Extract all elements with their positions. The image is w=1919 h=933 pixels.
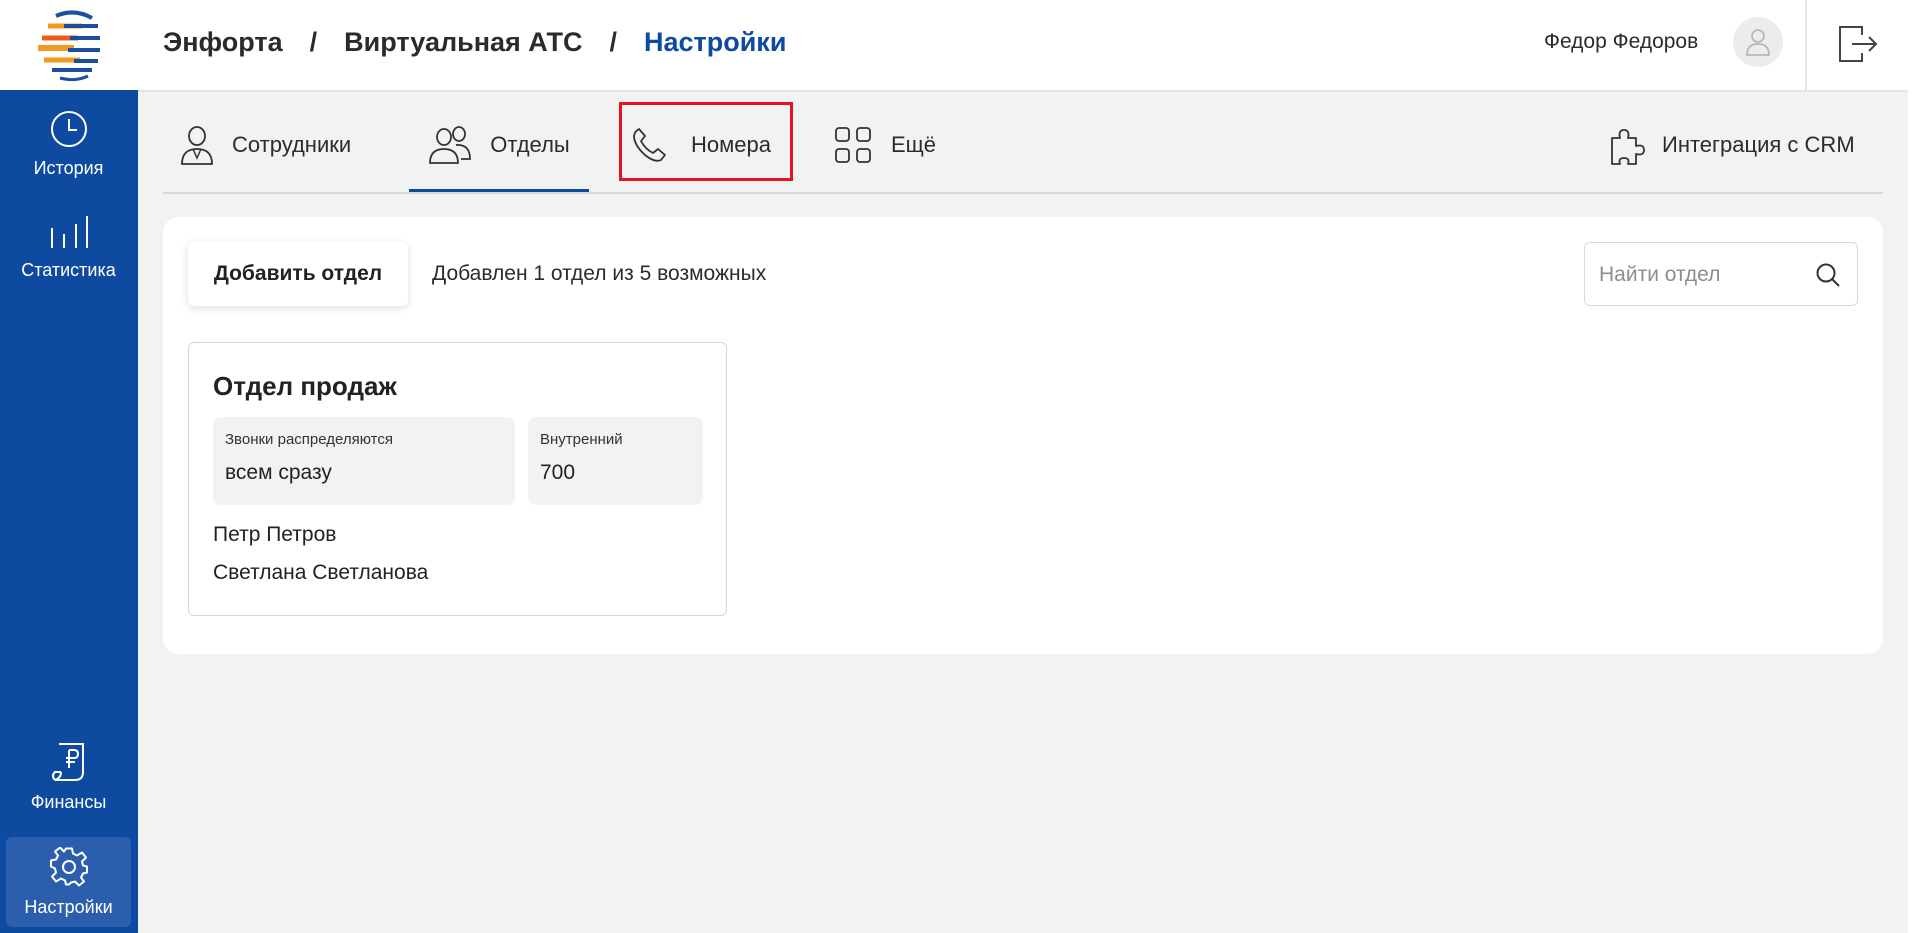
settings-tabs: Сотрудники Отделы Номера Ещё Интеграция … [163, 100, 1883, 194]
tab-label: Сотрудники [232, 132, 352, 157]
departments-panel: Добавить отдел Добавлен 1 отдел из 5 воз… [163, 217, 1883, 654]
tab-departments[interactable]: Отделы [409, 100, 589, 192]
phone-icon [633, 128, 666, 162]
ruble-document-icon [51, 743, 84, 781]
sidebar-item-label: История [33, 158, 104, 178]
department-title: Отдел продаж [213, 371, 397, 401]
sidebar-item-label: Финансы [30, 792, 107, 812]
internal-number-label: Внутренний [540, 431, 623, 448]
user-avatar-icon [1746, 29, 1770, 56]
avatar[interactable] [1733, 17, 1783, 67]
scrollbar-track[interactable] [1908, 0, 1919, 933]
department-search[interactable] [1584, 242, 1858, 307]
department-member: Петр Петров [213, 523, 337, 546]
sidebar-item-label: Настройки [24, 897, 113, 917]
breadcrumb-item-company[interactable]: Энфорта [163, 27, 283, 58]
person-icon [181, 126, 213, 165]
people-icon [429, 126, 472, 164]
sidebar: История Статистика Финансы Настройки [0, 0, 138, 933]
department-count-text: Добавлен 1 отдел из 5 возможных [432, 262, 767, 285]
search-icon[interactable] [1815, 262, 1841, 288]
tab-more[interactable]: Ещё [835, 100, 936, 190]
internal-number-info: Внутренний 700 [528, 417, 703, 505]
distribution-info: Звонки распределяются всем сразу [213, 417, 515, 505]
bar-chart-icon [50, 216, 88, 248]
gear-icon [49, 847, 88, 887]
tab-label: Ещё [891, 132, 937, 157]
tab-label: Отделы [490, 132, 570, 157]
department-member: Светлана Светланова [213, 561, 429, 584]
add-department-button[interactable]: Добавить отдел [188, 242, 408, 306]
distribution-value: всем сразу [225, 461, 332, 484]
company-logo-icon [38, 10, 100, 82]
grid-icon [835, 127, 871, 163]
logout-button[interactable] [1807, 0, 1908, 88]
header: Энфорта / Виртуальная АТС / Настройки Фе… [138, 0, 1908, 92]
sidebar-item-settings[interactable]: Настройки [6, 837, 131, 927]
breadcrumb: Энфорта / Виртуальная АТС / Настройки [163, 0, 786, 84]
tab-label: Номера [691, 132, 771, 157]
breadcrumb-item-settings: Настройки [643, 26, 787, 57]
breadcrumb-separator: / [609, 26, 617, 57]
sidebar-item-history[interactable]: История [6, 110, 131, 190]
clock-icon [50, 111, 87, 147]
tab-numbers[interactable]: Номера [631, 100, 771, 190]
internal-number-value: 700 [540, 461, 576, 484]
puzzle-icon [1611, 129, 1645, 165]
search-input[interactable] [1597, 243, 1811, 307]
breadcrumb-separator: / [309, 26, 318, 57]
department-card[interactable]: Отдел продаж Звонки распределяются всем … [188, 342, 727, 616]
sidebar-item-statistics[interactable]: Статистика [6, 214, 131, 294]
distribution-label: Звонки распределяются [225, 431, 393, 448]
tab-employees[interactable]: Сотрудники [180, 100, 351, 190]
user-name[interactable]: Федор Федоров [1544, 0, 1698, 84]
breadcrumb-item-pbx[interactable]: Виртуальная АТС [344, 27, 582, 58]
logo[interactable] [0, 0, 138, 90]
tab-label: Интеграция с CRM [1662, 132, 1855, 157]
crm-integration-button[interactable]: Интеграция с CRM [1608, 100, 1855, 190]
logout-icon [1838, 26, 1877, 62]
sidebar-item-finance[interactable]: Финансы [6, 742, 131, 822]
sidebar-item-label: Статистика [21, 260, 116, 280]
